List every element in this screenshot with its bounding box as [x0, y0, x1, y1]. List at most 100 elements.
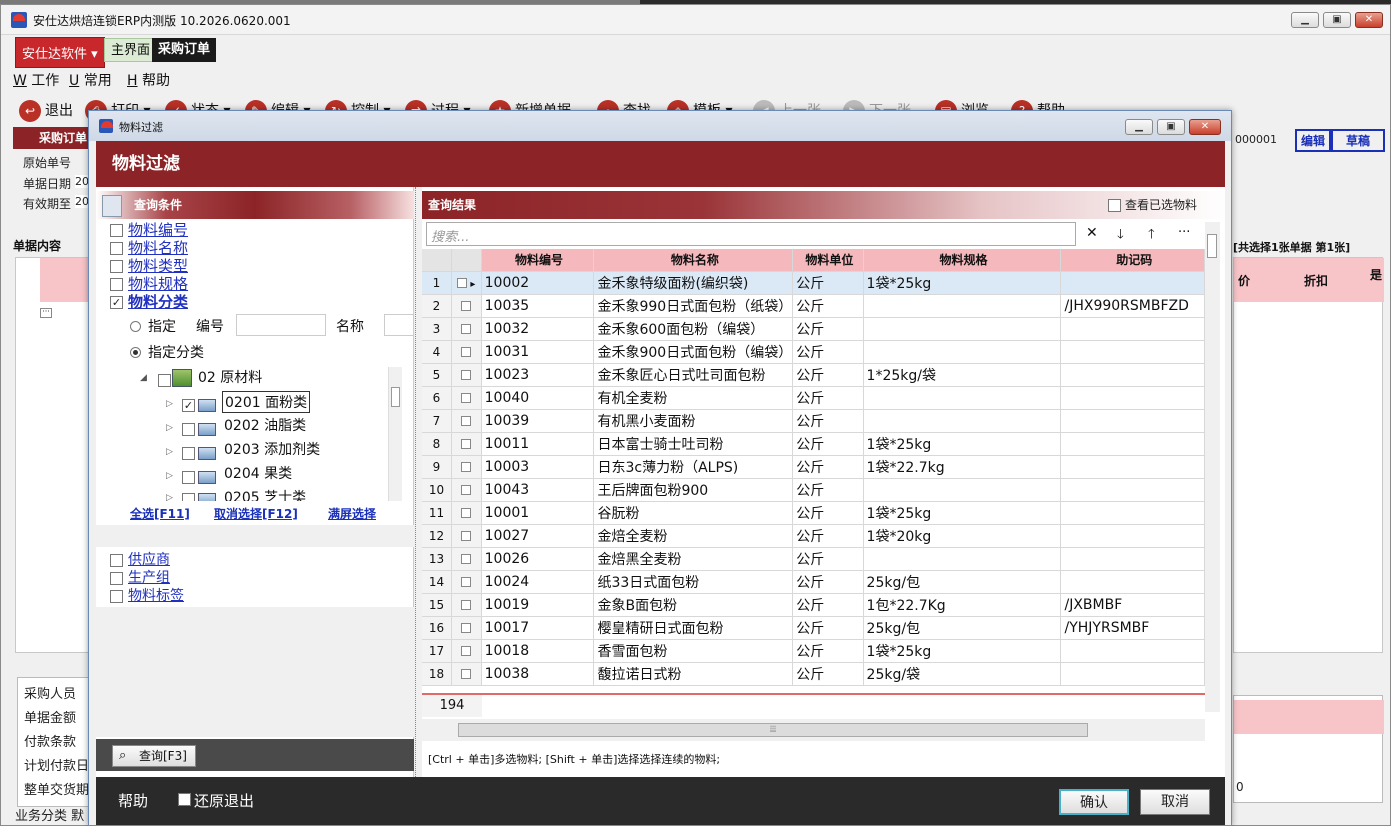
- row-checkbox-cell[interactable]: [451, 524, 482, 548]
- edit-state-button[interactable]: 编辑: [1295, 129, 1332, 152]
- company-button[interactable]: 安仕达软件 ▾: [15, 37, 105, 68]
- col-material-code[interactable]: 物料编号: [481, 249, 595, 272]
- table-row[interactable]: 5 10023 金禾象匠心日式吐司面包粉 公斤 1*25kg/袋: [422, 363, 1205, 387]
- row-checkbox-cell[interactable]: [451, 616, 482, 640]
- row-checkbox-cell[interactable]: [451, 363, 482, 387]
- minimize-button[interactable]: ▁: [1291, 12, 1319, 28]
- table-row[interactable]: 10 10043 王后牌面包粉900 公斤: [422, 478, 1205, 502]
- col-material-unit[interactable]: 物料单位: [792, 249, 864, 272]
- checkbox[interactable]: [461, 416, 472, 426]
- table-row[interactable]: 15 10019 金象B面包粉 公斤 1包*22.7Kg/JXBMBF: [422, 593, 1205, 617]
- row-checkbox-cell[interactable]: [451, 455, 482, 479]
- tree-scrollbar[interactable]: [388, 367, 402, 501]
- row-checkbox-cell[interactable]: [451, 409, 482, 433]
- grid-vscroll-thumb[interactable]: [1207, 234, 1217, 258]
- tree-checkbox[interactable]: [182, 447, 195, 460]
- table-row[interactable]: 16 10017 樱皇精研日式面包粉 公斤 25kg/包/YHJYRSMBF: [422, 616, 1205, 640]
- tree-checkbox-checked[interactable]: ✓: [182, 399, 195, 412]
- row-checkbox-cell[interactable]: [451, 639, 482, 663]
- row-checkbox-cell[interactable]: [451, 501, 482, 525]
- menu-common[interactable]: U 常用: [69, 70, 112, 90]
- expand-icon[interactable]: ▷: [166, 423, 173, 433]
- name-input[interactable]: [384, 314, 414, 336]
- row-checkbox-cell[interactable]: [451, 570, 482, 594]
- checkbox[interactable]: [461, 646, 472, 656]
- tree-checkbox[interactable]: [182, 471, 195, 484]
- checkbox[interactable]: [461, 370, 472, 380]
- date-value[interactable]: 20: [75, 175, 89, 188]
- col-mnemonic[interactable]: 助记码: [1060, 249, 1205, 272]
- checkbox-checked[interactable]: ✓: [110, 296, 123, 309]
- dialog-close-button[interactable]: ✕: [1189, 119, 1221, 135]
- grid-hscrollbar[interactable]: ⦙⦙⦙: [422, 719, 1205, 741]
- checkbox[interactable]: [461, 531, 472, 541]
- col-material-name[interactable]: 物料名称: [593, 249, 794, 272]
- checkbox[interactable]: [110, 590, 123, 603]
- search-input[interactable]: 搜索...: [426, 222, 1076, 246]
- row-checkbox-cell[interactable]: [451, 386, 482, 410]
- more-icon[interactable]: ···: [1178, 225, 1190, 240]
- checkbox[interactable]: [461, 439, 472, 449]
- query-button[interactable]: ⌕ 查询[F3]: [112, 745, 196, 767]
- checkbox[interactable]: [110, 278, 123, 291]
- arrow-down-icon[interactable]: 🡓: [1117, 225, 1124, 247]
- tree-item-0203[interactable]: 0203 添加剂类: [224, 439, 320, 461]
- row-checkbox-cell[interactable]: [451, 317, 482, 341]
- row-checkbox-cell[interactable]: [451, 547, 482, 571]
- expand-icon[interactable]: ▷: [166, 447, 173, 457]
- tree-scroll-thumb[interactable]: [391, 387, 400, 407]
- row-checkbox-cell[interactable]: [451, 593, 482, 617]
- table-row[interactable]: 18 10038 馥拉诺日式粉 公斤 25kg/袋: [422, 662, 1205, 686]
- checkbox[interactable]: [461, 324, 472, 334]
- checkbox[interactable]: [461, 669, 472, 679]
- tree-checkbox[interactable]: [182, 493, 195, 501]
- col-material-spec[interactable]: 物料规格: [863, 249, 1062, 272]
- cancel-selection-link[interactable]: 取消选择[F12]: [214, 505, 298, 522]
- tree-root[interactable]: 02 原材料: [198, 367, 262, 389]
- row-checkbox-cell[interactable]: [451, 340, 482, 364]
- cond-material-tag[interactable]: 物料标签: [110, 587, 184, 605]
- restore-exit-checkbox[interactable]: [178, 793, 191, 806]
- confirm-button[interactable]: 确认: [1059, 789, 1129, 815]
- checkbox[interactable]: [461, 301, 472, 311]
- table-row[interactable]: 3 10032 金禾象600面包粉（编袋） 公斤: [422, 317, 1205, 341]
- arrow-up-icon[interactable]: 🡑: [1148, 225, 1155, 247]
- table-row[interactable]: 7 10039 有机黑小麦面粉 公斤: [422, 409, 1205, 433]
- row-checkbox-cell[interactable]: [451, 294, 482, 318]
- expand-icon[interactable]: ▷: [166, 471, 173, 481]
- checkbox[interactable]: [461, 600, 472, 610]
- maximize-button[interactable]: ▣: [1323, 12, 1351, 28]
- draft-state-button[interactable]: 草稿: [1331, 129, 1385, 152]
- tree-root-checkbox[interactable]: [158, 374, 171, 387]
- table-row[interactable]: 6 10040 有机全麦粉 公斤: [422, 386, 1205, 410]
- checkbox[interactable]: [461, 347, 472, 357]
- content-tab[interactable]: 单据内容: [13, 237, 61, 254]
- tree-item-0205[interactable]: 0205 芝士类: [224, 487, 306, 501]
- checkbox[interactable]: [457, 278, 468, 288]
- table-row[interactable]: 1 ▸ 10002 金禾象特级面粉(编织袋) 公斤 1袋*25kg: [422, 271, 1205, 295]
- grid-vscrollbar[interactable]: [1205, 222, 1220, 712]
- table-row[interactable]: 13 10026 金焙黑全麦粉 公斤: [422, 547, 1205, 571]
- radio-specify[interactable]: [130, 321, 141, 332]
- cond-material-type[interactable]: 物料类型: [110, 257, 188, 275]
- fullscreen-select-link[interactable]: 满屏选择: [328, 505, 376, 522]
- checkbox[interactable]: [110, 554, 123, 567]
- splitter[interactable]: [415, 187, 421, 777]
- tab-purchase-order[interactable]: 采购订单: [152, 38, 217, 62]
- cond-supplier[interactable]: 供应商: [110, 551, 170, 569]
- tab-home[interactable]: 主界面: [104, 38, 158, 62]
- table-row[interactable]: 8 10011 日本富士骑士吐司粉 公斤 1袋*25kg: [422, 432, 1205, 456]
- dialog-minimize-button[interactable]: ▁: [1125, 119, 1153, 135]
- checkbox[interactable]: [110, 224, 123, 237]
- expand-icon[interactable]: ▷: [166, 399, 173, 409]
- row-checkbox-cell[interactable]: [451, 662, 482, 686]
- checkbox[interactable]: [461, 462, 472, 472]
- select-all-link[interactable]: 全选[F11]: [130, 505, 190, 522]
- row-checkbox-cell[interactable]: [451, 478, 482, 502]
- view-selected-checkbox[interactable]: [1108, 199, 1121, 212]
- table-row[interactable]: 9 10003 日东3c薄力粉（ALPS) 公斤 1袋*22.7kg: [422, 455, 1205, 479]
- expand-icon[interactable]: ▷: [166, 493, 173, 501]
- exit-button[interactable]: ↩ 退出: [19, 99, 73, 123]
- grid-hscroll-thumb[interactable]: ⦙⦙⦙: [458, 723, 1088, 737]
- collapse-icon[interactable]: ◢: [140, 373, 147, 383]
